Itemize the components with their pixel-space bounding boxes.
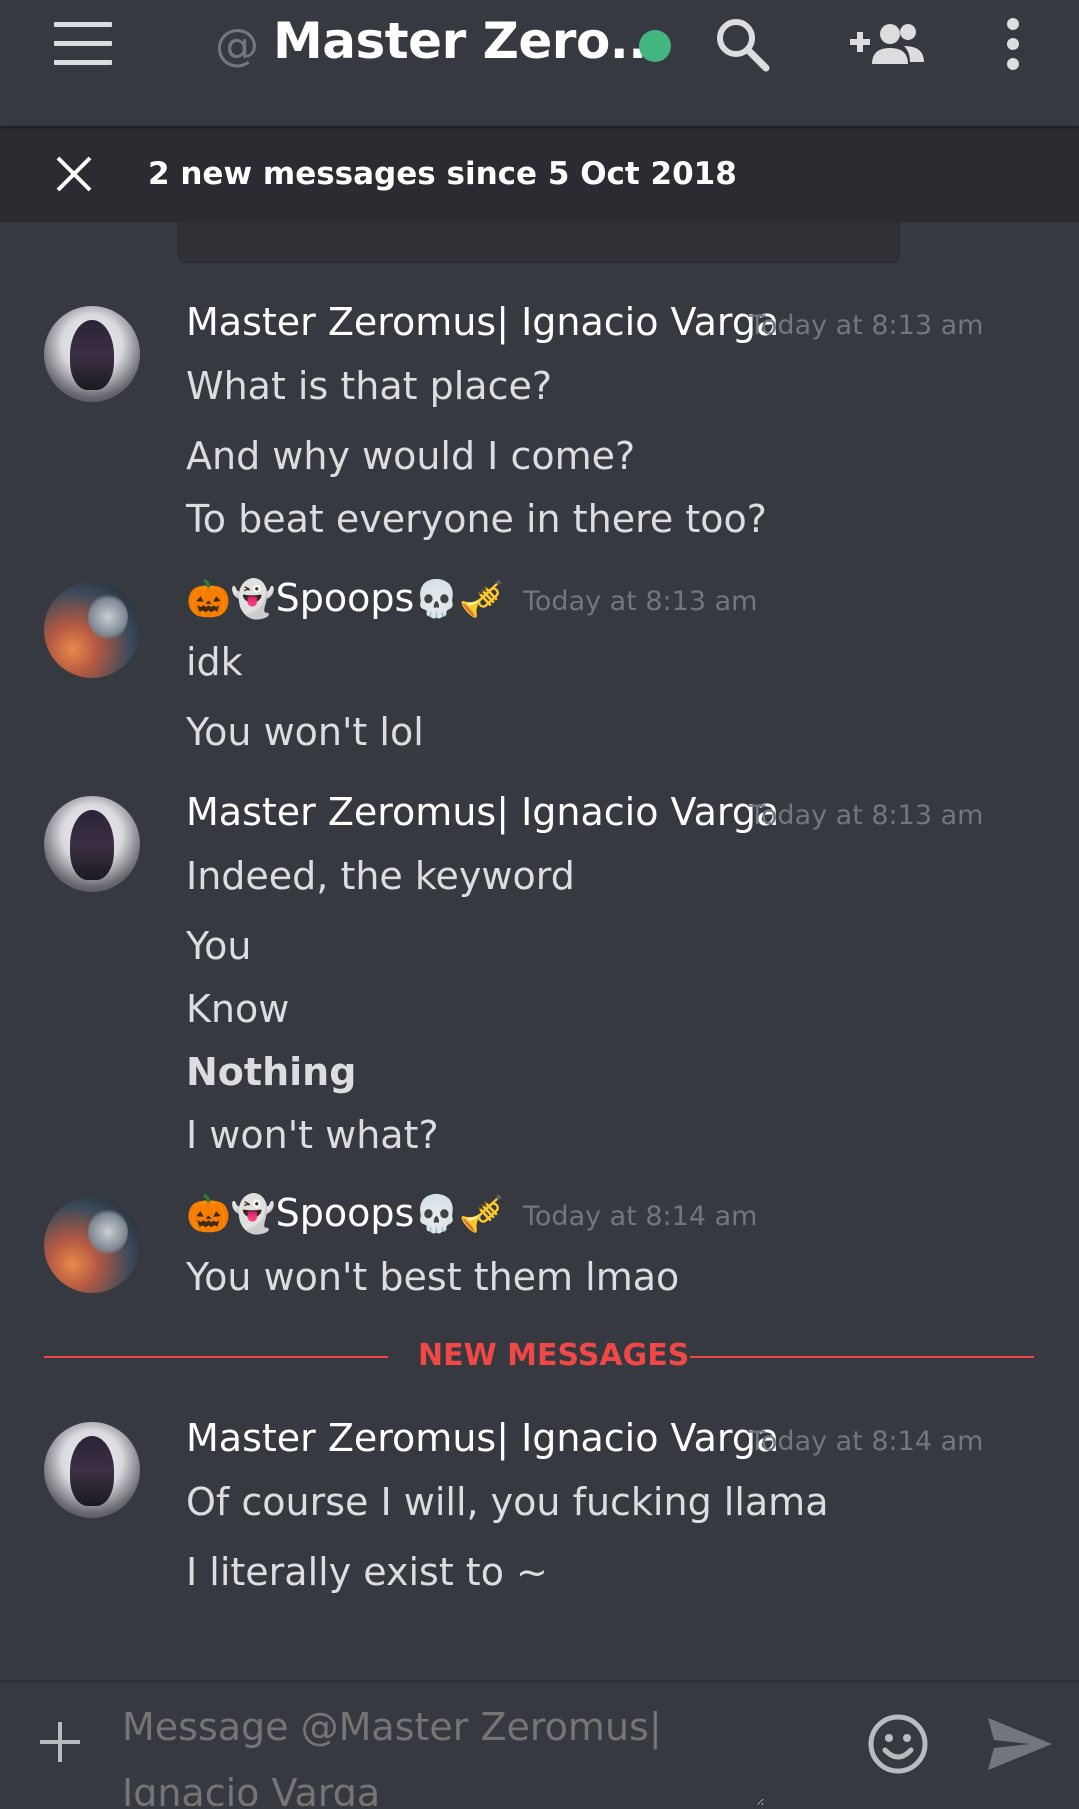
timestamp: Today at 8:14 am xyxy=(523,1201,758,1232)
banner-text: 2 new messages since 5 Oct 2018 xyxy=(148,156,737,192)
message-text: I won't what? xyxy=(186,1113,439,1157)
username-emoji-prefix: 🎃👻 xyxy=(186,1194,276,1235)
timestamp: Today at 8:13 am xyxy=(749,310,984,341)
username-line[interactable]: 🎃👻Spoops💀🎺 xyxy=(186,576,504,620)
new-messages-banner[interactable]: 2 new messages since 5 Oct 2018 xyxy=(0,126,1079,222)
search-icon[interactable] xyxy=(712,14,772,74)
message-text: What is that place? xyxy=(186,364,553,408)
message-text: I literally exist to ~ xyxy=(186,1550,548,1594)
new-messages-divider: NEW MESSAGES xyxy=(44,1338,1034,1374)
message-input[interactable] xyxy=(120,1692,764,1806)
avatar[interactable] xyxy=(44,582,140,678)
timestamp: Today at 8:13 am xyxy=(523,586,758,617)
avatar[interactable] xyxy=(44,796,140,892)
username-emoji-suffix: 💀🎺 xyxy=(414,579,504,620)
message-text: Nothing xyxy=(186,1050,357,1094)
channel-header: @ Master Zero... xyxy=(0,0,1079,126)
avatar[interactable] xyxy=(44,1422,140,1518)
message-text: Indeed, the keyword xyxy=(186,854,575,898)
username: Spoops xyxy=(275,576,415,620)
timestamp: Today at 8:13 am xyxy=(749,800,984,831)
username: Spoops xyxy=(275,1191,415,1235)
dm-at-symbol: @ xyxy=(215,20,259,71)
message-text: Know xyxy=(186,987,290,1031)
message-text: And why would I come? xyxy=(186,434,636,478)
message-text: You won't best them lmao xyxy=(186,1255,680,1299)
timestamp: Today at 8:14 am xyxy=(749,1426,984,1457)
username[interactable]: Master Zeromus| Ignacio Varga xyxy=(186,300,779,344)
more-vertical-icon[interactable] xyxy=(995,14,1031,74)
divider-rule xyxy=(44,1356,388,1358)
message-text: idk xyxy=(186,640,243,684)
username-emoji-suffix: 💀🎺 xyxy=(414,1194,504,1235)
username[interactable]: Master Zeromus| Ignacio Varga xyxy=(186,1416,779,1460)
menu-icon[interactable] xyxy=(54,22,112,66)
close-icon[interactable] xyxy=(52,152,96,196)
online-status-dot xyxy=(639,30,671,62)
username-emoji-prefix: 🎃👻 xyxy=(186,579,276,620)
plus-icon[interactable] xyxy=(36,1718,84,1766)
divider-rule xyxy=(690,1356,1034,1358)
message-composer xyxy=(0,1680,1079,1809)
message-text: You xyxy=(186,924,252,968)
message-text: Of course I will, you fucking llama xyxy=(186,1480,829,1524)
channel-title[interactable]: Master Zero... xyxy=(273,12,666,70)
emoji-icon[interactable] xyxy=(866,1712,930,1776)
username[interactable]: Master Zeromus| Ignacio Varga xyxy=(186,790,779,834)
username-line[interactable]: 🎃👻Spoops💀🎺 xyxy=(186,1191,504,1235)
message-text: You won't lol xyxy=(186,710,424,754)
avatar[interactable] xyxy=(44,1197,140,1293)
avatar[interactable] xyxy=(44,306,140,402)
add-friend-icon[interactable] xyxy=(848,14,928,74)
message-text: To beat everyone in there too? xyxy=(186,497,767,541)
send-icon[interactable] xyxy=(986,1714,1054,1774)
divider-label: NEW MESSAGES xyxy=(418,1338,690,1373)
